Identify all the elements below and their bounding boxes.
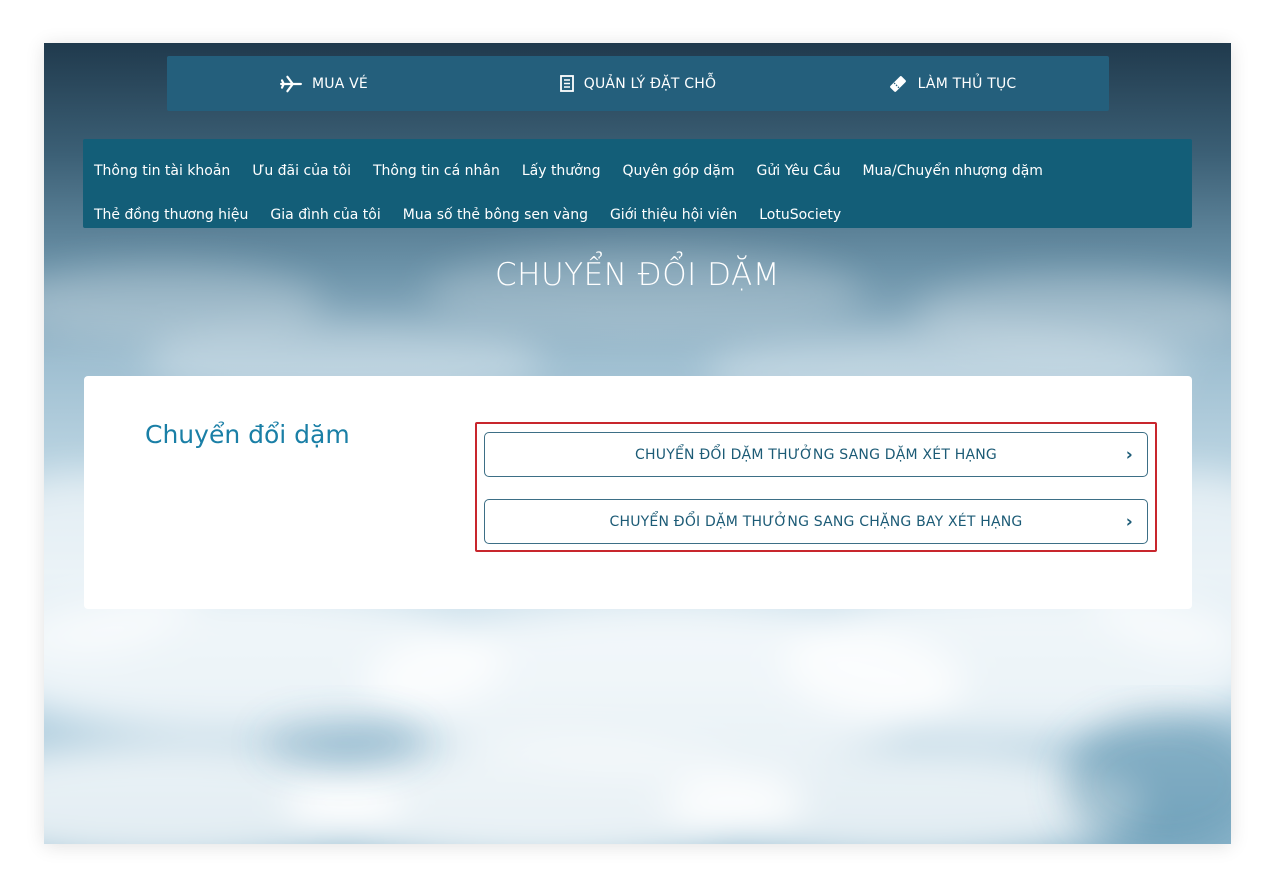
account-sub-nav: Thông tin tài khoản Ưu đãi của tôi Thông… [83,139,1192,228]
sub-nav-redeem[interactable]: Lấy thưởng [522,163,601,179]
top-nav: MUA VÉ QUẢN LÝ ĐẶT CHỖ LÀM THỦ TỤC [167,56,1109,111]
card-title: Chuyển đổi dặm [145,420,350,449]
sub-nav-buy-transfer-miles[interactable]: Mua/Chuyển nhượng dặm [862,163,1043,179]
sub-nav-lotusociety[interactable]: LotuSociety [759,207,841,223]
chevron-right-icon: › [1125,444,1133,465]
sub-nav-row-2: Thẻ đồng thương hiệu Gia đình của tôi Mu… [94,193,1192,237]
ticket-icon [889,75,906,92]
nav-buy-ticket-label: MUA VÉ [312,75,368,92]
sub-nav-refer-member[interactable]: Giới thiệu hội viên [610,207,737,223]
convert-to-qualifying-segments-label: CHUYỂN ĐỔI DẶM THƯỞNG SANG CHẶNG BAY XÉT… [609,513,1023,530]
convert-to-qualifying-segments-button[interactable]: CHUYỂN ĐỔI DẶM THƯỞNG SANG CHẶNG BAY XÉT… [484,499,1148,544]
sub-nav-donate-miles[interactable]: Quyên góp dặm [623,163,735,179]
sub-nav-buy-card-number[interactable]: Mua số thẻ bông sen vàng [403,207,588,223]
nav-check-in-label: LÀM THỦ TỤC [917,75,1017,92]
convert-to-qualifying-miles-button[interactable]: CHUYỂN ĐỔI DẶM THƯỞNG SANG DẶM XÉT HẠNG … [484,432,1148,477]
page-title: CHUYỂN ĐỔI DẶM [495,257,780,293]
convert-to-qualifying-miles-label: CHUYỂN ĐỔI DẶM THƯỞNG SANG DẶM XÉT HẠNG [635,446,997,463]
app-window: MUA VÉ QUẢN LÝ ĐẶT CHỖ LÀM THỦ TỤC Thông… [44,43,1231,844]
sub-nav-my-offers[interactable]: Ưu đãi của tôi [252,163,351,179]
conversion-card: Chuyển đổi dặm CHUYỂN ĐỔI DẶM THƯỞNG SAN… [84,376,1192,609]
highlight-box: CHUYỂN ĐỔI DẶM THƯỞNG SANG DẶM XÉT HẠNG … [475,422,1157,552]
airplane-icon [280,75,302,92]
sub-nav-cobrand-card[interactable]: Thẻ đồng thương hiệu [94,207,248,223]
booking-icon [559,75,574,92]
sub-nav-send-request[interactable]: Gửi Yêu Cầu [757,163,841,179]
nav-check-in[interactable]: LÀM THỦ TỤC [795,74,1109,94]
sub-nav-personal-info[interactable]: Thông tin cá nhân [373,163,500,179]
nav-manage-booking[interactable]: QUẢN LÝ ĐẶT CHỖ [481,75,795,92]
chevron-right-icon: › [1125,511,1133,532]
sub-nav-my-family[interactable]: Gia đình của tôi [270,207,380,223]
sub-nav-account-info[interactable]: Thông tin tài khoản [94,163,230,179]
nav-buy-ticket[interactable]: MUA VÉ [167,75,481,93]
nav-manage-booking-label: QUẢN LÝ ĐẶT CHỖ [583,75,717,92]
sub-nav-row-1: Thông tin tài khoản Ưu đãi của tôi Thông… [94,149,1192,193]
